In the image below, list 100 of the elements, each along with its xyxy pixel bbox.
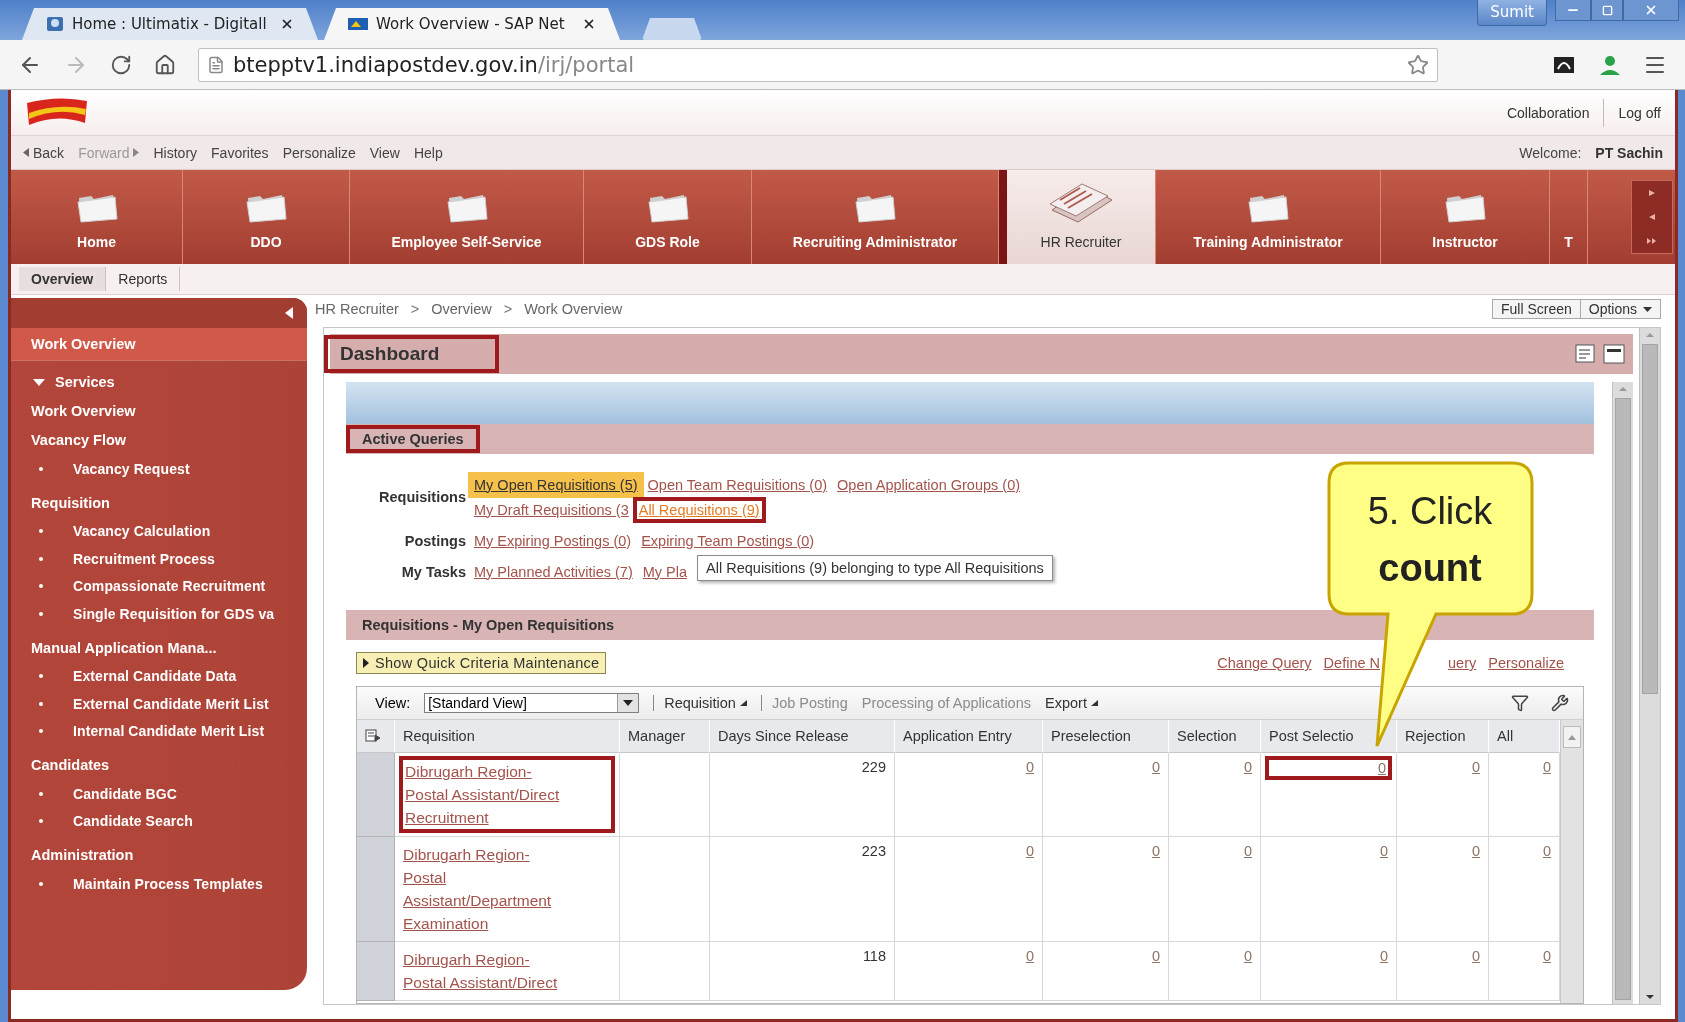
new-tab-button[interactable] [642,18,702,40]
sub-tab[interactable]: Overview [19,267,107,291]
close-button[interactable] [1623,0,1679,21]
browser-tab[interactable]: Home : Ultimatix - Digitall [22,8,318,40]
sidebar-heading[interactable]: Administration [11,841,307,870]
scroll-up-icon[interactable] [1568,734,1576,740]
browser-tab[interactable]: Work Overview - SAP Net [324,8,620,40]
count-link[interactable]: 0 [1025,759,1034,775]
settings-icon[interactable] [1551,694,1569,712]
breadcrumb-link[interactable]: Overview [431,301,492,317]
column-header[interactable]: Application Entry [895,720,1043,753]
sidebar-link[interactable]: Internal Candidate Merit List [11,717,307,745]
query-link[interactable]: My Open Requisitions (5) [468,471,644,498]
query-link[interactable]: My Draft Requisitions (3 [468,496,635,523]
sidebar-item[interactable]: Work Overview [11,328,307,361]
query-link[interactable]: Open Team Requisitions (0) [641,471,834,498]
query-action-link[interactable]: Define N [1323,655,1380,671]
sub-tab[interactable]: Reports [106,267,181,291]
header-link[interactable]: Log off [1603,98,1675,127]
count-link[interactable]: 0 [1025,843,1034,859]
sidebar-heading[interactable]: Candidates [11,751,307,780]
toolbar-item[interactable]: Export [1045,695,1098,711]
count-link[interactable]: 0 [1471,759,1480,775]
count-link[interactable]: 0 [1025,948,1034,964]
count-link[interactable]: 0 [1151,759,1160,775]
sidebar-heading[interactable]: Work Overview [11,397,307,426]
sidebar-link[interactable]: Vacancy Calculation [11,517,307,545]
count-link[interactable]: 0 [1542,759,1551,775]
count-link[interactable]: 0 [1471,948,1480,964]
sidebar-heading[interactable]: Requisition [11,488,307,518]
column-header[interactable]: All [1489,720,1560,753]
tab-scroller[interactable] [1631,180,1673,254]
requisition-link[interactable]: Dibrugarh Region- Postal Assistant/Direct [403,948,568,994]
options-menu[interactable]: Options [1579,299,1661,319]
nav-link[interactable]: Back [23,144,65,161]
breadcrumb-link[interactable]: HR Recruiter [315,301,399,317]
scroll-thumb[interactable] [1615,398,1631,1000]
count-link[interactable]: 0 [1151,843,1160,859]
breadcrumb-link[interactable]: Work Overview [524,301,623,317]
sidebar-link[interactable]: Single Requisition for GDS va [11,600,307,628]
toolbar-item[interactable]: Requisition [653,695,747,711]
column-header[interactable]: Post Selectio [1261,720,1397,753]
nav-link[interactable]: View [369,144,400,161]
sidebar-link[interactable]: External Candidate Data [11,662,307,690]
reload-icon[interactable] [110,53,132,76]
query-link[interactable]: Open Application Groups (0) [831,471,1027,498]
query-link[interactable]: My Pla [636,558,694,585]
close-icon[interactable] [582,17,596,31]
nav-link[interactable]: Personalize [282,144,356,161]
sidebar-link[interactable]: Compassionate Recruitment [11,572,307,600]
sidebar-heading[interactable]: Manual Application Mana... [11,633,307,663]
query-action-link[interactable]: uery [1448,655,1477,671]
column-header[interactable]: Manager [620,720,710,753]
query-link[interactable]: My Planned Activities (7) [468,558,639,585]
bookmark-icon[interactable] [1407,53,1429,76]
sidebar-link[interactable]: External Candidate Merit List [11,690,307,718]
query-action-link[interactable]: Change Query [1217,655,1312,671]
count-link[interactable]: 0 [1542,948,1551,964]
query-link[interactable]: All Requisitions (9) [632,496,766,523]
column-header[interactable]: Requisition [395,720,620,753]
count-link[interactable]: 0 [1243,948,1252,964]
count-link[interactable]: 0 [1471,843,1480,859]
nav-tab[interactable]: HR Recruiter [999,170,1156,264]
count-link[interactable]: 0 [1542,843,1551,859]
count-link[interactable]: 0 [1379,843,1388,859]
view-dropdown[interactable]: [Standard View] [424,693,640,713]
count-link[interactable]: 0 [1243,843,1252,859]
sidebar-link[interactable]: Candidate BGC [11,780,307,808]
requisition-link[interactable]: Dibrugarh Region- Postal Assistant/Department Examination [403,843,568,935]
scroll-thumb[interactable] [1642,344,1658,694]
column-header[interactable]: Preselection [1043,720,1169,753]
column-header[interactable]: Days Since Release [710,720,895,753]
table-settings-icon[interactable] [365,729,381,743]
sidebar-link[interactable]: Maintain Process Templates [11,870,307,898]
filter-icon[interactable] [1511,694,1529,712]
query-link[interactable]: Expiring Team Postings (0) [635,527,821,554]
sidebar-link[interactable]: Vacancy Request [11,455,307,483]
minimize-icon[interactable] [1603,344,1625,364]
close-icon[interactable] [280,17,294,31]
header-link[interactable]: Collaboration [1492,98,1604,127]
minimize-button[interactable] [1555,0,1591,21]
count-link[interactable]: 0 [1151,948,1160,964]
address-field[interactable]: btepptv1.indiapostdev.gov.in/irj/portal [198,47,1438,82]
sidebar-link[interactable]: Recruitment Process [11,545,307,573]
query-link[interactable]: My Expiring Postings (0) [468,527,638,554]
query-action-link[interactable]: Personalize [1488,655,1564,671]
full-screen-button[interactable]: Full Screen [1491,299,1581,319]
column-header[interactable]: Selection [1169,720,1261,753]
criteria-button[interactable]: Show Quick Criteria Maintenance [356,652,607,674]
list-icon[interactable] [1575,344,1597,364]
count-link[interactable]: 0 [1377,760,1386,776]
collapse-icon[interactable] [285,307,293,319]
sidebar-heading[interactable]: Vacancy Flow [11,426,307,455]
home-icon[interactable] [154,53,176,76]
column-header[interactable]: Rejection [1397,720,1489,753]
requisition-link[interactable]: Dibrugarh Region- Postal Assistant/Direct Recruitment [405,760,570,829]
count-link[interactable]: 0 [1243,759,1252,775]
nav-link[interactable]: History [153,144,198,161]
nav-link[interactable]: Help [413,144,443,161]
nav-link[interactable]: Favorites [211,144,269,161]
